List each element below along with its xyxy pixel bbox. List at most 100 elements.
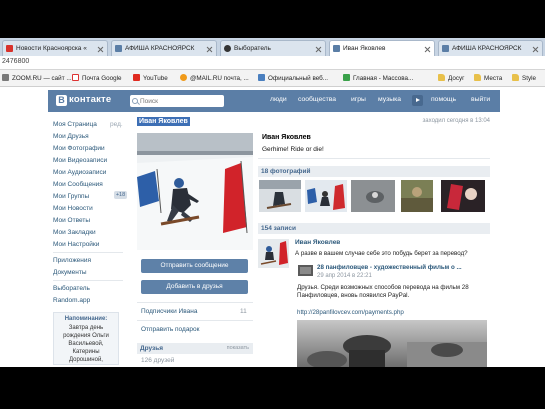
search-box[interactable] [130,95,224,107]
nav-games[interactable]: игры [351,96,366,103]
browser-tab-profile[interactable]: Иван Яковлев [329,40,435,56]
sidebar-item-videos[interactable]: Мои Видеозаписи [53,157,107,164]
bookmark-folder-dosug[interactable]: Досуг [438,74,464,83]
nav-people[interactable]: люди [270,96,287,103]
friends-show-link[interactable]: показать [227,343,249,354]
groups-badge[interactable]: +18 [114,191,127,199]
sidebar-edit-link[interactable]: ред. [110,121,123,128]
zoom-favicon-icon [2,74,9,81]
folder-icon [512,74,519,81]
app-favicon-icon [224,45,231,52]
browser-tab-afisha[interactable]: АФИША КРАСНОЯРСК [111,40,217,56]
sidebar-item-groups[interactable]: Мои Группы [53,193,89,200]
bookmark-label: Официальный веб... [268,75,329,82]
tab-title: АФИША КРАСНОЯРСК [452,45,522,52]
photo-thumbnail[interactable] [351,180,395,212]
reminder-text: Завтра день рождения Ольги Васильевой, К… [63,325,109,363]
vk-favicon-icon [115,45,122,52]
sidebar-item-news[interactable]: Мои Новости [53,205,93,212]
nav-music[interactable]: музыка [378,96,401,103]
vk-favicon-icon [333,45,340,52]
close-icon[interactable] [97,46,103,52]
folder-icon [474,74,481,81]
posts-section-header[interactable]: 154 записи [258,223,490,234]
bookmark-youtube[interactable]: YouTube [133,74,168,83]
bookmark-folder-style[interactable]: Style [512,74,536,83]
repost-thumbnail[interactable] [298,265,313,276]
close-icon[interactable] [424,46,430,52]
sidebar-app-vyboratel[interactable]: Выборатель [53,285,90,292]
vk-logo-text[interactable]: контакте [69,94,111,105]
sidebar-item-audio[interactable]: Мои Аудиозаписи [53,169,106,176]
repost-title[interactable]: 28 панфиловцев - художественный фильм о … [317,264,490,271]
sidebar-item-apps[interactable]: Приложения [53,257,91,264]
sidebar-item-bookmarks[interactable]: Мои Закладки [53,229,96,236]
vk-header: В контакте люди сообщества игры музыка п… [48,90,500,112]
photos-section-header[interactable]: 18 фотографий [258,166,490,177]
send-message-button[interactable]: Отправить сообщение [141,259,248,273]
news-favicon-icon [6,45,13,52]
sidebar-item-friends[interactable]: Мои Друзья [53,133,89,140]
bookmark-label: YouTube [143,75,168,82]
photo-thumbnail[interactable] [401,180,433,212]
friends-section-header[interactable]: Друзья показать [137,343,253,354]
sidebar-item-answers[interactable]: Мои Ответы [53,217,90,224]
bookmark-gmail[interactable]: Почта Google [72,74,122,83]
address-bar[interactable]: 2476800 [0,56,545,70]
page-title: Иван Яковлев [137,117,190,126]
nav-help[interactable]: помощь [431,96,456,103]
bookmark-label: Досуг [448,75,465,82]
birthday-reminder[interactable]: Напоминание: Завтра день рождения Ольги … [53,312,119,365]
close-icon[interactable] [532,46,538,52]
mail-ru-icon [180,74,187,81]
add-friend-button[interactable]: Добавить в друзья [141,280,248,294]
photo-thumbnail[interactable] [441,180,485,212]
bookmark-mailru[interactable]: @MAIL.RU почта, ... [180,74,249,83]
friends-count: 126 друзей [141,357,175,364]
youtube-icon [133,74,140,81]
photo-thumbnail[interactable] [305,180,347,212]
tab-title: Новости Красноярска « [16,45,87,52]
close-icon[interactable] [206,46,212,52]
audio-play-button[interactable] [412,95,423,106]
post-body: Друзья. Среди возможных способов перевод… [297,284,469,299]
post-link[interactable]: http://28panfilovcev.com/payments.php [297,309,404,316]
bookmark-official[interactable]: Официальный веб... [258,74,328,83]
bookmark-label: Главная - Массова... [353,75,414,82]
photo-thumbnail[interactable] [259,180,301,212]
profile-status[interactable]: Gerhime! Ride or die! [262,146,324,153]
profile-photo[interactable] [137,133,253,250]
last-seen: заходил сегодня в 13:04 [422,118,490,124]
browser-tab-news[interactable]: Новости Красноярска « [2,40,108,56]
sidebar-item-photos[interactable]: Мои Фотографии [53,145,105,152]
bookmark-zoom[interactable]: ZOOM.RU — сайт ... [2,74,72,83]
sidebar-item-my-page[interactable]: Моя Страница [53,121,97,128]
vk-logo-icon[interactable]: В [56,95,67,106]
nav-logout[interactable]: выйти [471,96,490,103]
sidebar-item-documents[interactable]: Документы [53,269,87,276]
reminder-title: Напоминание: [64,316,108,322]
sidebar-item-settings[interactable]: Мои Настройки [53,241,99,248]
address-url[interactable]: 2476800 [2,58,29,65]
tab-title: АФИША КРАСНОЯРСК [125,45,195,52]
bookmark-label: Места [484,75,503,82]
sidebar-item-messages[interactable]: Мои Сообщения [53,181,103,188]
snowboarder-photo [137,133,253,250]
followers-link[interactable]: Подписчики Ивана [141,308,197,315]
repost-date[interactable]: 29 апр 2014 в 22:21 [317,273,372,279]
close-icon[interactable] [315,46,321,52]
sidebar-divider [53,252,123,253]
post-image[interactable] [297,320,487,367]
browser-tab-vyboratel[interactable]: Выборатель [220,40,326,56]
browser-tab-afisha-2[interactable]: АФИША КРАСНОЯРСК [438,40,543,56]
post-author-name[interactable]: Иван Яковлев [295,239,340,246]
search-input[interactable] [140,95,220,107]
sidebar-app-random[interactable]: Random.app [53,297,90,304]
bookmark-folder-mesta[interactable]: Места [474,74,502,83]
post-author-avatar[interactable] [258,239,289,268]
send-gift-link[interactable]: Отправить подарок [141,326,200,333]
nav-communities[interactable]: сообщества [298,96,336,103]
search-icon [132,98,138,104]
bookmark-main[interactable]: Главная - Массова... [343,74,413,83]
tab-title: Выборатель [234,45,271,52]
